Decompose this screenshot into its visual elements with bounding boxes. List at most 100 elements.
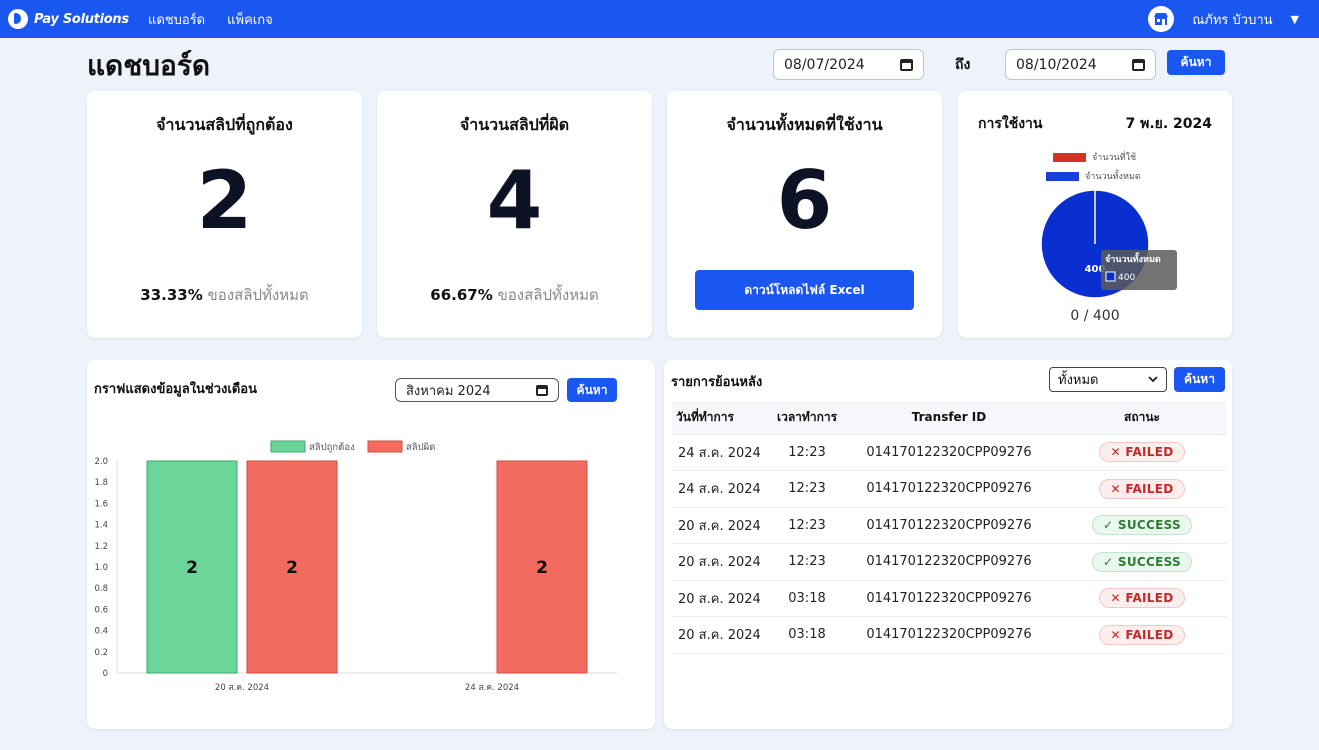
legend-item-valid[interactable]: สลิปถูกต้อง [270,440,355,453]
y-tick-label: 0.8 [94,584,108,594]
legend-swatch [1046,171,1079,181]
status-text: SUCCESS [1117,518,1181,533]
legend-item-used[interactable]: จำนวนที่ใช้ [1053,150,1136,164]
table-row[interactable]: 20 ส.ค. 2024 03:18 014170122320CPP09276 ✕ F… [672,580,1226,617]
cell-status: ✕ FAILED [1058,434,1226,471]
user-name[interactable]: ณภัทร บัวบาน [1192,9,1272,30]
history-title: รายการย้อนหลัง [671,375,763,390]
legend-item-total[interactable]: จำนวนทั้งหมด [1046,169,1141,183]
column-header-status[interactable]: สถานะ [1058,401,1226,435]
stat-percent-line: 33.33% ของสลิปทั้งหมด [87,283,362,307]
stat-percent-line: 66.67% ของสลิปทั้งหมด [377,283,652,307]
usage-pie-chart[interactable]: 400 จำนวนทั้งหมด 400 [1040,188,1180,300]
history-search-button[interactable]: ค้นหา [1174,367,1225,392]
usage-date: 7 พ.ย. 2024 [1125,116,1212,132]
page-title: แดชบอร์ด [87,49,211,82]
y-tick-label: 0 [103,669,108,679]
date-from-input[interactable]: 08/07/2024 [773,49,924,80]
table-row[interactable]: 20 ส.ค. 2024 12:23 014170122320CPP09276 ✓ S… [672,507,1226,544]
cell-date: 20 ส.ค. 2024 [672,580,774,617]
legend-label: จำนวนทั้งหมด [1085,172,1141,182]
legend-item-invalid[interactable]: สลิปผิด [367,440,435,453]
y-tick-label: 2.0 [94,457,108,467]
header-search-button[interactable]: ค้นหา [1167,50,1225,75]
y-tick-label: 0.2 [94,648,108,658]
nav-link-dashboard[interactable]: แดชบอร์ด [148,9,205,30]
brand-name: Pay Solutions [34,11,129,27]
status-filter-select[interactable]: ทั้งหมด [1049,367,1167,392]
status-text: FAILED [1125,591,1174,606]
column-header-date[interactable]: วันที่ทำการ [672,401,774,435]
brand[interactable]: Pay Solutions [8,9,148,29]
table-row[interactable]: 24 ส.ค. 2024 12:23 014170122320CPP09276 ✕ F… [672,470,1226,508]
legend-label: จำนวนที่ใช้ [1092,153,1137,163]
y-tick-label: 1.0 [94,563,108,573]
cell-status: ✕ FAILED [1058,616,1226,654]
cell-transfer-id: 014170122320CPP09276 [840,470,1058,508]
invalid-slips-card: จำนวนสลิปที่ผิด 4 66.67% ของสลิปทั้งหมด [377,91,652,338]
cell-time: 12:23 [774,470,840,508]
cell-transfer-id: 014170122320CPP09276 [840,616,1058,654]
table-row[interactable]: 20 ส.ค. 2024 03:18 014170122320CPP09276 ✕ F… [672,616,1226,654]
y-tick-label: 1.8 [94,478,108,488]
chart-search-button[interactable]: ค้นหา [567,378,617,402]
tooltip-swatch [1105,271,1116,282]
table-row[interactable]: 20 ส.ค. 2024 12:23 014170122320CPP09276 ✓ S… [672,543,1226,581]
monthly-chart-card: กราฟแสดงข้อมูลในช่วงเดือน สิงหาคม 2024 ค… [87,360,655,729]
filter-value: ทั้งหมด [1058,373,1099,388]
status-badge: ✓ SUCCESS [1092,551,1192,572]
nav-link-packages[interactable]: แพ็คเกจ [227,9,273,30]
stat-title: จำนวนทั้งหมดที่ใช้งาน [726,115,883,134]
legend-label: สลิปถูกต้อง [309,442,355,453]
y-tick-label: 1.6 [94,499,108,509]
stat-value: 2 [196,154,253,247]
date-from-value: 08/07/2024 [784,56,865,73]
status-icon: ✓ [1103,518,1114,533]
calendar-icon[interactable] [536,384,548,396]
status-icon: ✓ [1103,554,1114,569]
usage-title: การใช้งาน [978,116,1043,132]
status-badge: ✓ SUCCESS [1092,515,1192,536]
column-header-transfer-id[interactable]: Transfer ID [840,401,1058,435]
legend-swatch [270,440,306,453]
monthly-bar-chart: 2.0 1.8 1.6 1.4 1.2 1.0 0.8 0.6 0.4 0.2 0 สลิปถูกต้… [94,440,617,693]
total-usage-card: จำนวนทั้งหมดที่ใช้งาน 6 ดาวน์โหลดไฟล์ Ex… [667,91,942,338]
bar-data-label: 2 [536,558,548,578]
y-tick-label: 1.2 [94,542,108,552]
calendar-icon[interactable] [1132,58,1145,71]
status-text: FAILED [1125,481,1174,496]
top-navbar: Pay Solutions แดชบอร์ด แพ็คเกจ ณภัทร บัว… [0,0,1319,38]
store-avatar-icon[interactable] [1148,6,1175,32]
legend-label: สลิปผิด [406,442,435,453]
stat-percent: 33.33% [140,286,203,304]
status-text: FAILED [1125,627,1174,642]
date-to-value: 08/10/2024 [1016,56,1097,73]
cell-date: 20 ส.ค. 2024 [672,507,774,544]
cell-transfer-id: 014170122320CPP09276 [840,434,1058,471]
status-badge: ✕ FAILED [1099,478,1185,499]
cell-time: 03:18 [774,580,840,617]
date-range-to-label: ถึง [955,57,971,73]
stat-value: 4 [486,154,543,247]
download-excel-button[interactable]: ดาวน์โหลดไฟล์ Excel [695,270,914,310]
cell-transfer-id: 014170122320CPP09276 [840,580,1058,617]
status-icon: ✕ [1110,445,1121,460]
cell-date: 20 ส.ค. 2024 [672,616,774,654]
table-row[interactable]: 24 ส.ค. 2024 12:23 014170122320CPP09276 ✕ F… [672,434,1226,471]
y-tick-label: 0.6 [94,605,108,615]
calendar-icon[interactable] [900,58,913,71]
cell-date: 24 ส.ค. 2024 [672,434,774,471]
status-badge: ✕ FAILED [1099,588,1185,609]
cell-status: ✕ FAILED [1058,470,1226,508]
column-header-time[interactable]: เวลาทำการ [774,401,840,435]
cell-status: ✓ SUCCESS [1058,507,1226,544]
y-tick-label: 1.4 [94,521,108,531]
date-to-input[interactable]: 08/10/2024 [1005,49,1156,80]
stat-title: จำนวนสลิปที่ถูกต้อง [156,115,293,134]
cell-time: 03:18 [774,616,840,654]
history-table: วันที่ทำการ เวลาทำการ Transfer ID สถานะ … [672,401,1226,654]
user-menu-caret-icon[interactable]: ▼ [1291,13,1299,26]
month-picker-input[interactable]: สิงหาคม 2024 [395,378,559,402]
stat-title: จำนวนสลิปที่ผิด [459,115,570,134]
stat-percent-suffix: ของสลิปทั้งหมด [207,286,309,304]
